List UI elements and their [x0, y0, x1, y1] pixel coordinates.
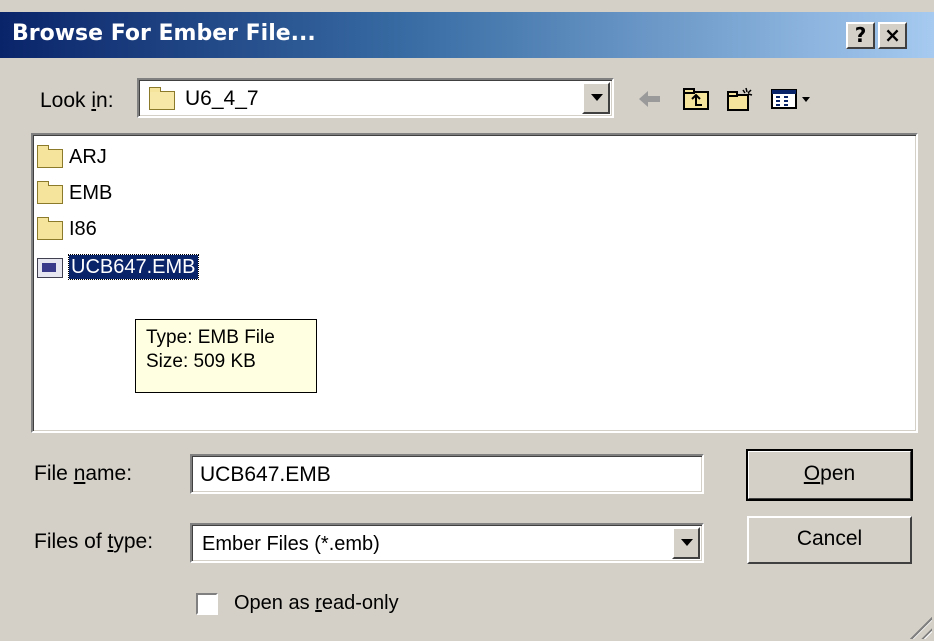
open-button[interactable]: Open: [746, 449, 913, 501]
file-info-tooltip: Type: EMB File Size: 509 KB: [135, 319, 317, 393]
file-name-value: UCB647.EMB: [200, 463, 331, 486]
list-item-label: I86: [69, 218, 97, 240]
tooltip-size: Size: 509 KB: [146, 351, 256, 372]
open-folder-icon: [149, 87, 175, 110]
files-of-type-value: Ember Files (*.emb): [202, 533, 380, 555]
files-of-type-dropdown-arrow[interactable]: [672, 527, 700, 559]
folder-icon: [37, 217, 63, 240]
read-only-checkbox[interactable]: [196, 593, 218, 615]
emb-file-icon: [37, 258, 63, 278]
file-name-label: File name:: [34, 462, 133, 485]
cancel-button[interactable]: Cancel: [747, 516, 912, 564]
help-button[interactable]: ?: [846, 22, 875, 49]
list-item-label: UCB647.EMB: [68, 254, 199, 280]
files-of-type-select[interactable]: Ember Files (*.emb): [190, 523, 704, 563]
view-menu-icon[interactable]: [770, 86, 814, 112]
files-of-type-label: Files of type:: [34, 530, 154, 553]
browse-dialog: Browse For Ember File... ? × Look in: U6…: [0, 0, 934, 641]
new-folder-icon[interactable]: [726, 86, 754, 112]
current-folder-text: U6_4_7: [185, 87, 259, 110]
file-name-input[interactable]: UCB647.EMB: [190, 454, 704, 494]
list-item-label: ARJ: [69, 146, 107, 168]
up-one-level-icon[interactable]: [682, 86, 710, 112]
folder-icon: [37, 145, 63, 168]
folder-icon: [37, 181, 63, 204]
look-in-combo[interactable]: U6_4_7: [137, 78, 614, 118]
window-title: Browse For Ember File...: [12, 21, 316, 46]
list-item-label: EMB: [69, 182, 113, 204]
title-bar[interactable]: Browse For Ember File... ? ×: [0, 12, 934, 58]
back-arrow-icon[interactable]: [636, 86, 664, 112]
close-button[interactable]: ×: [878, 22, 907, 49]
look-in-label: Look in:: [40, 89, 114, 112]
resize-grip[interactable]: [906, 613, 932, 639]
read-only-label[interactable]: Open as read-only: [234, 592, 399, 615]
tooltip-type: Type: EMB File: [146, 327, 275, 348]
look-in-dropdown-arrow[interactable]: [582, 82, 610, 114]
